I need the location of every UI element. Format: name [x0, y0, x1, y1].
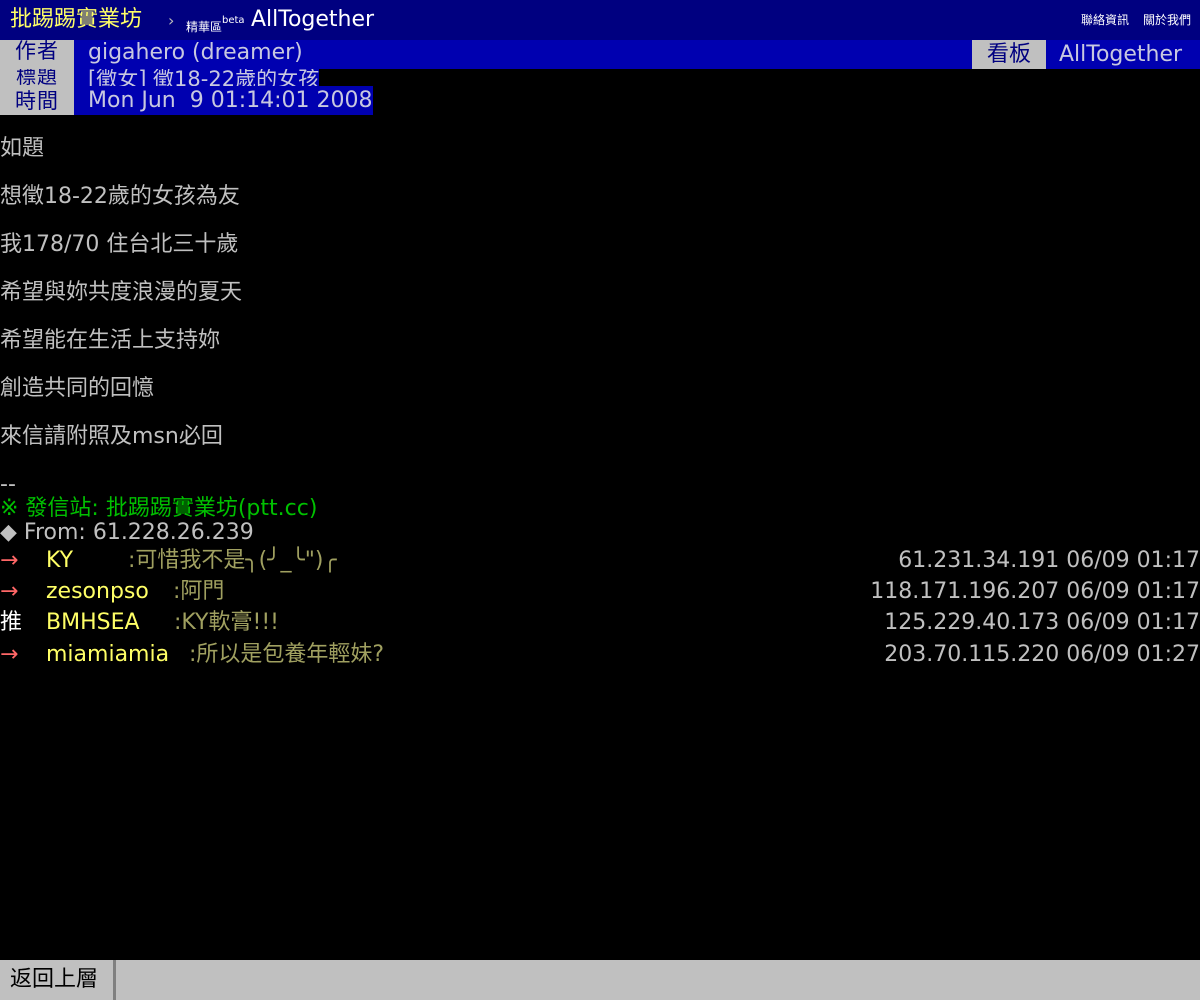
meta-time-value: Mon Jun 9 01:14:01 2008 — [74, 86, 373, 115]
push-row: → miamiamia :所以是包養年輕妹? 203.70.115.220 06… — [0, 639, 1200, 670]
push-ip-datetime: 203.70.115.220 06/09 01:27 — [884, 642, 1200, 667]
push-row: 推 BMHSEA :KY軟膏!!! 125.229.40.173 06/09 0… — [0, 607, 1200, 638]
content-line: 創造共同的回憶 — [0, 376, 155, 401]
section-link[interactable]: 精華區beta — [186, 14, 245, 37]
meta-title-value: [徵女] 徵18-22歲的女孩 — [74, 69, 320, 86]
content-line: 希望能在生活上支持妳 — [0, 328, 221, 353]
content-line: 我178/70 住台北三十歲 — [0, 232, 239, 257]
push-ip-datetime: 118.171.196.207 06/09 01:17 — [870, 579, 1200, 604]
meta-time-tag: 時間 — [0, 86, 74, 115]
push-arrow-icon: → — [0, 642, 19, 667]
meta-title-row: 標題 [徵女] 徵18-22歲的女孩 — [0, 69, 378, 86]
section-label: 精華區 — [186, 20, 223, 34]
meta-board-value: AllTogether — [1046, 40, 1200, 69]
ptt-article-page: 批踢踢實業坊 › 精華區beta AllTogether 聯絡資訊 關於我們 作… — [0, 0, 1200, 1000]
content-line: 希望與妳共度浪漫的夏天 — [0, 280, 243, 305]
contact-link[interactable]: 聯絡資訊 — [1081, 11, 1129, 29]
signature-from: ◆ From: 61.228.26.239 — [0, 520, 254, 545]
meta-board-tag: 看板 — [972, 40, 1046, 69]
signature-dashes: -- — [0, 472, 16, 497]
content-line: 如題 — [0, 136, 45, 161]
bottom-bar: 返回上層 — [0, 960, 1200, 1000]
meta-author-row: 作者 gigahero (dreamer) — [0, 40, 972, 69]
push-user: BMHSEA — [46, 610, 140, 635]
push-ip-datetime: 125.229.40.173 06/09 01:17 — [884, 610, 1200, 635]
back-button[interactable]: 返回上層 — [0, 960, 116, 1000]
push-tag: 推 — [0, 610, 23, 635]
push-user: zesonpso — [46, 579, 149, 604]
site-home-link[interactable]: 批踢踢實業坊 — [10, 6, 142, 34]
push-message: :可惜我不是╮(╯_╰")╭ — [128, 548, 337, 573]
push-arrow-icon: → — [0, 579, 19, 604]
board-link[interactable]: AllTogether — [251, 6, 374, 34]
push-arrow-icon: → — [0, 548, 19, 573]
meta-author-value: gigahero (dreamer) — [74, 40, 303, 69]
about-link[interactable]: 關於我們 — [1143, 11, 1191, 29]
top-nav-bar: 批踢踢實業坊 › 精華區beta AllTogether 聯絡資訊 關於我們 — [0, 0, 1200, 40]
push-message: :阿門 — [173, 579, 225, 604]
push-row: → KY :可惜我不是╮(╯_╰")╭ 61.231.34.191 06/09 … — [0, 545, 1200, 576]
signature-station: ※ 發信站: 批踢踢實業坊(ptt.cc) — [0, 496, 318, 521]
push-user: KY — [46, 548, 74, 573]
content-line: 想徵18-22歲的女孩為友 — [0, 184, 240, 209]
beta-label: beta — [222, 15, 245, 26]
meta-author-tag: 作者 — [0, 40, 74, 69]
meta-title-tag: 標題 — [0, 69, 74, 86]
content-line: 來信請附照及msn必回 — [0, 424, 223, 449]
push-row: → zesonpso :阿門 118.171.196.207 06/09 01:… — [0, 576, 1200, 607]
push-user: miamiamia — [46, 642, 170, 667]
push-ip-datetime: 61.231.34.191 06/09 01:17 — [898, 548, 1200, 573]
meta-time-row: 時間 Mon Jun 9 01:14:01 2008 — [0, 86, 378, 115]
push-message: :KY軟膏!!! — [174, 610, 279, 635]
push-message: :所以是包養年輕妹? — [189, 642, 385, 667]
breadcrumb-chevron-icon: › — [168, 11, 175, 30]
